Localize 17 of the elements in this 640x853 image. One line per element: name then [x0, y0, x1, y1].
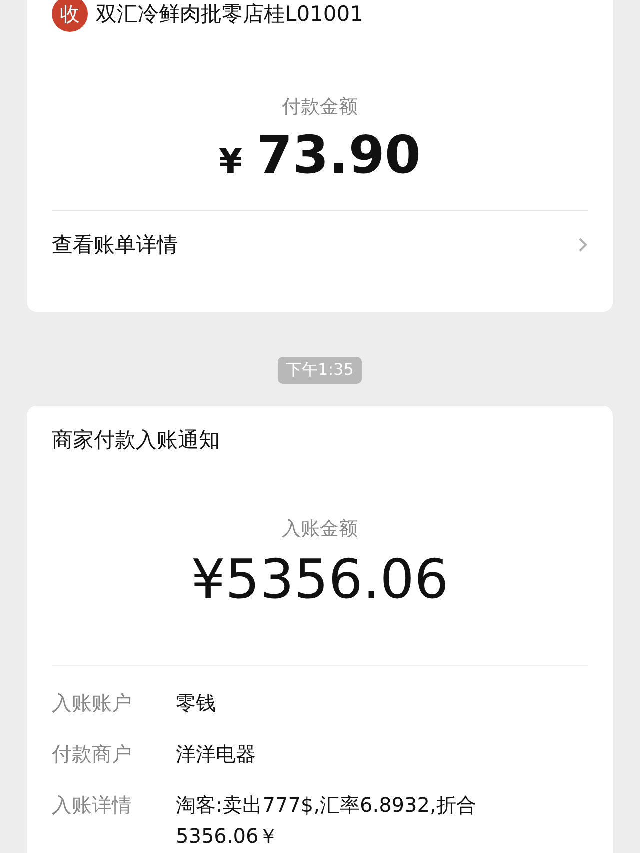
merchant-icon: 收 [52, 0, 88, 32]
amount-label: 付款金额 [281, 95, 359, 120]
row-value: 淘客:卖出777$,汇率6.8932,折合5356.06￥ [176, 792, 478, 850]
merchant-name: 双汇冷鲜肉批零店桂L01001 [96, 1, 364, 28]
row-label: 入账详情 [52, 792, 133, 819]
row-label: 付款商户 [52, 741, 133, 768]
credited-amount: ¥5356.06 [190, 548, 450, 611]
amount-label: 入账金额 [281, 517, 359, 542]
row-value: 洋洋电器 [176, 741, 257, 768]
chevron-right-icon [578, 237, 588, 253]
bill-details-link[interactable]: 查看账单详情 [52, 210, 588, 279]
timestamp: 下午1:35 [278, 357, 362, 384]
row-value: 零钱 [176, 690, 217, 717]
row-label: 入账账户 [52, 690, 133, 717]
payment-amount: 73.90 [256, 126, 422, 186]
notice-title: 商家付款入账通知 [52, 427, 221, 454]
currency-sign: ¥ [218, 142, 243, 182]
